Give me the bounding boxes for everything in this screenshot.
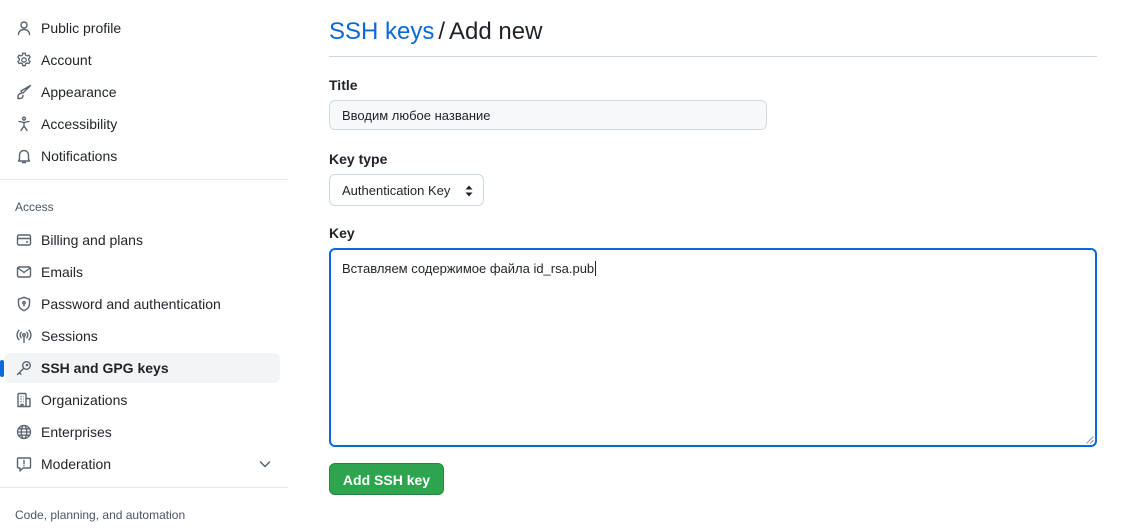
sidebar-item-label: Accessibility [41,116,118,132]
sidebar-item-label: Enterprises [41,424,112,440]
add-ssh-key-button-label: Add SSH key [342,472,431,488]
sidebar-item-label: Appearance [41,84,117,100]
sidebar-section-code-planning: Code, planning, and automation [15,508,186,522]
key-icon [16,360,32,376]
sidebar-item-label: Sessions [41,328,98,344]
sidebar-item-emails[interactable]: Emails [4,257,280,287]
sidebar-item-label: SSH and GPG keys [41,360,169,376]
text-caret [595,261,597,276]
main-content: SSH keys / Add new Title Вводим любое назв… [329,0,1099,531]
breadcrumb-current: Add new [449,18,543,45]
accessibility-icon [16,116,32,132]
sidebar-item-label: Billing and plans [41,232,143,248]
sidebar-item-moderation[interactable]: Moderation [4,449,280,479]
title-input-value: Вводим любое название [342,108,491,123]
sidebar-item-billing[interactable]: Billing and plans [4,225,280,255]
sidebar-item-sessions[interactable]: Sessions [4,321,280,351]
bell-icon [16,148,32,164]
sidebar-item-appearance[interactable]: Appearance [4,77,280,107]
sidebar-divider [0,179,288,180]
key-textarea-value: Вставляем содержимое файла id_rsa.pub [342,261,597,277]
credit-card-icon [16,232,32,248]
person-icon [16,20,32,36]
settings-sidebar: Public profile Account Appearance Access… [0,0,290,531]
paintbrush-icon [16,84,32,100]
breadcrumb-ssh-keys-link[interactable]: SSH keys [329,18,434,45]
sidebar-item-notifications[interactable]: Notifications [4,141,280,171]
key-text: Вставляем содержимое файла id_rsa.pub [342,261,595,276]
key-textarea[interactable]: Вставляем содержимое файла id_rsa.pub [329,248,1097,447]
sidebar-divider [0,487,288,488]
sidebar-item-public-profile[interactable]: Public profile [4,13,280,43]
title-input[interactable]: Вводим любое название [329,100,767,130]
sidebar-item-label: Password and authentication [41,296,221,312]
breadcrumb-separator: / [438,18,446,45]
sidebar-section-access: Access [15,200,54,214]
report-icon [16,456,32,472]
key-type-value: Authentication Key [342,183,451,198]
settings-page: Public profile Account Appearance Access… [0,0,1139,531]
title-divider [329,56,1097,57]
add-ssh-key-button[interactable]: Add SSH key [329,463,444,495]
title-label: Title [329,77,358,93]
key-type-label: Key type [329,151,388,167]
organization-icon [16,392,32,408]
sidebar-item-accessibility[interactable]: Accessibility [4,109,280,139]
globe-icon [16,424,32,440]
mail-icon [16,264,32,280]
sidebar-item-label: Organizations [41,392,128,408]
shield-lock-icon [16,296,32,312]
sidebar-item-ssh-gpg-keys[interactable]: SSH and GPG keys [0,353,280,383]
sidebar-item-label: Notifications [41,148,118,164]
key-type-select[interactable]: Authentication Key [329,174,484,206]
page-title: SSH keys / Add new [329,17,542,47]
sidebar-item-enterprises[interactable]: Enterprises [4,417,280,447]
sidebar-item-organizations[interactable]: Organizations [4,385,280,415]
sidebar-item-password-authentication[interactable]: Password and authentication [4,289,280,319]
sidebar-item-label: Emails [41,264,84,280]
sidebar-item-account[interactable]: Account [4,45,280,75]
resize-grip-icon[interactable] [1085,435,1094,444]
key-label: Key [329,225,355,241]
sidebar-item-label: Account [41,52,92,68]
gear-icon [16,52,32,68]
sidebar-item-label: Moderation [41,456,112,472]
broadcast-icon [16,328,32,344]
select-updown-icon [464,184,474,198]
chevron-down-icon[interactable] [258,457,272,471]
sidebar-item-label: Public profile [41,20,122,36]
selected-indicator [0,360,4,377]
